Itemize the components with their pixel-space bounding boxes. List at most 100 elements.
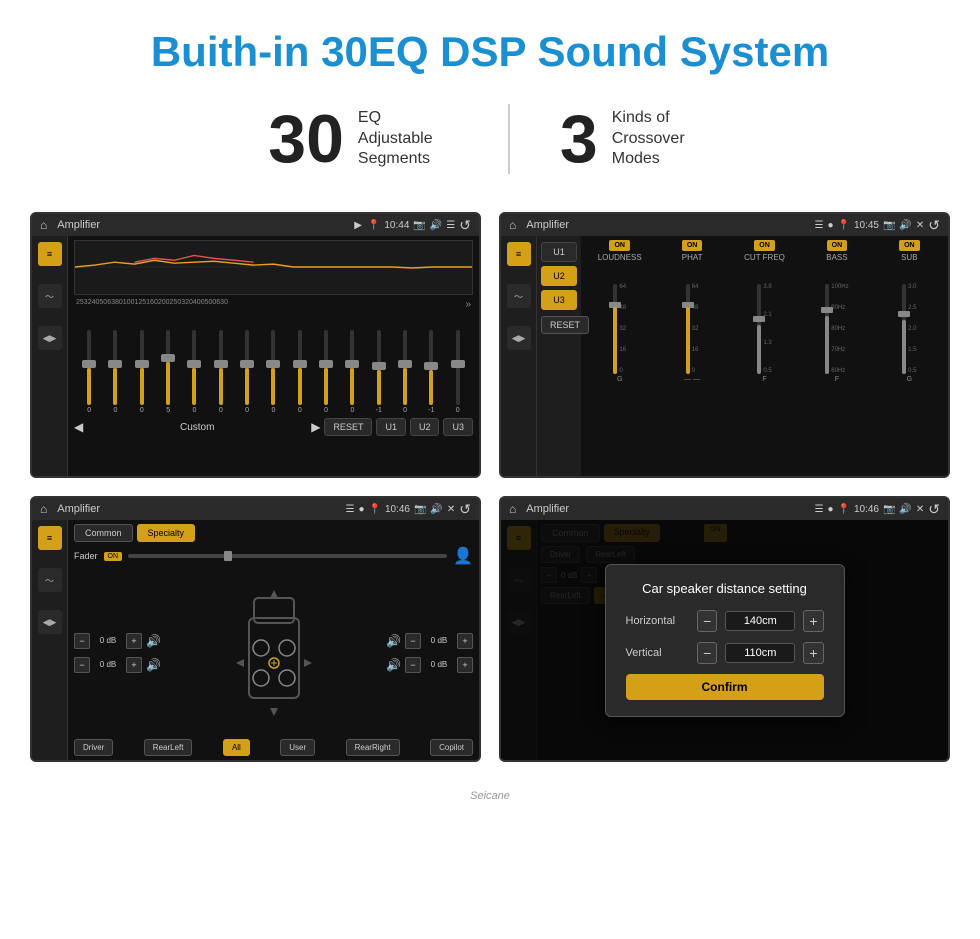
title-1: Amplifier — [57, 219, 348, 231]
fader-row: Fader ON 👤 — [74, 546, 473, 566]
fader-slider[interactable] — [128, 554, 447, 558]
eq-slider-6[interactable]: 0 — [238, 330, 256, 414]
close-icon-3: ✕ — [447, 504, 455, 515]
home-icon-3[interactable]: ⌂ — [40, 502, 47, 516]
phat-vslider[interactable] — [686, 284, 690, 374]
eq-slider-7[interactable]: 0 — [264, 330, 282, 414]
eq-slider-8[interactable]: 0 — [291, 330, 309, 414]
eq-slider-14[interactable]: 0 — [449, 330, 467, 414]
rearright-btn[interactable]: RearRight — [346, 739, 400, 756]
eq-slider-3[interactable]: 5 — [159, 330, 177, 414]
back-icon-3[interactable]: ↺ — [459, 501, 471, 518]
spk-val-1: 0 dB — [94, 636, 122, 645]
next-arrow[interactable]: ▶ — [311, 420, 320, 434]
eq-slider-12[interactable]: 0 — [396, 330, 414, 414]
common-tab[interactable]: Common — [74, 524, 133, 542]
horizontal-minus[interactable]: − — [697, 610, 717, 632]
home-icon-2[interactable]: ⌂ — [509, 218, 516, 232]
vertical-minus[interactable]: − — [697, 642, 717, 664]
u1-preset[interactable]: U1 — [541, 242, 577, 262]
spk-minus-1[interactable]: − — [74, 633, 90, 649]
rearleft-btn[interactable]: RearLeft — [144, 739, 193, 756]
screen-eq: ⌂ Amplifier ▶ 📍 10:44 📷 🔊 ☰ ↺ ≡ 〜 ◀▶ — [30, 212, 481, 478]
cutfreq-vslider[interactable] — [757, 284, 761, 374]
sub-vslider[interactable] — [902, 284, 906, 374]
u2-preset[interactable]: U2 — [541, 266, 577, 286]
status-icons-3: ☰ ● 📍 10:46 📷 🔊 ✕ ↺ — [345, 501, 471, 518]
statusbar-3: ⌂ Amplifier ☰ ● 📍 10:46 📷 🔊 ✕ ↺ — [32, 498, 479, 520]
horizontal-value[interactable]: 140cm — [725, 611, 795, 631]
volume-sidebar-icon[interactable]: ◀▶ — [38, 326, 62, 350]
vertical-plus[interactable]: + — [803, 642, 823, 664]
vertical-value[interactable]: 110cm — [725, 643, 795, 663]
volume-icon-4: 🔊 — [899, 504, 911, 515]
eq-labels: 25 32 40 50 63 80 100 125 160 200 250 32… — [74, 299, 473, 310]
all-btn[interactable]: All — [223, 739, 250, 756]
close-icon-2: ✕ — [916, 220, 924, 231]
back-icon-4[interactable]: ↺ — [928, 501, 940, 518]
prev-arrow[interactable]: ◀ — [74, 420, 83, 434]
vol-icon-2[interactable]: ◀▶ — [507, 326, 531, 350]
eq-icon-2[interactable]: ≡ — [507, 242, 531, 266]
copilot-btn[interactable]: Copilot — [430, 739, 473, 756]
wave-icon-3[interactable]: 〜 — [38, 568, 62, 592]
volume-icon-2: 🔊 — [899, 220, 911, 231]
wave-icon-2[interactable]: 〜 — [507, 284, 531, 308]
reset-btn-1[interactable]: RESET — [324, 418, 372, 436]
eq-slider-0[interactable]: 0 — [80, 330, 98, 414]
home-icon-4[interactable]: ⌂ — [509, 502, 516, 516]
eq-slider-10[interactable]: 0 — [343, 330, 361, 414]
spk-plus-2[interactable]: + — [126, 657, 142, 673]
eq-slider-5[interactable]: 0 — [212, 330, 230, 414]
u3-preset[interactable]: U3 — [541, 290, 577, 310]
home-icon-1[interactable]: ⌂ — [40, 218, 47, 232]
wave-icon[interactable]: 〜 — [38, 284, 62, 308]
eq-icon-3[interactable]: ≡ — [38, 526, 62, 550]
stat-eq-label: EQ AdjustableSegments — [358, 108, 458, 170]
cutfreq-toggle[interactable]: ON — [754, 240, 775, 251]
back-icon-1[interactable]: ↺ — [459, 217, 471, 234]
eq-slider-11[interactable]: -1 — [370, 330, 388, 414]
back-icon-2[interactable]: ↺ — [928, 217, 940, 234]
eq-slider-4[interactable]: 0 — [185, 330, 203, 414]
driver-btn[interactable]: Driver — [74, 739, 113, 756]
spk-right-bottom: 🔊 − 0 dB + — [386, 657, 473, 673]
car-diagram — [165, 588, 382, 718]
spk-plus-1[interactable]: + — [126, 633, 142, 649]
fader-thumb[interactable] — [224, 551, 232, 561]
spk-minus-4[interactable]: − — [405, 657, 421, 673]
bass-vslider[interactable] — [825, 284, 829, 374]
eq-slider-2[interactable]: 0 — [133, 330, 151, 414]
eq-icon[interactable]: ≡ — [38, 242, 62, 266]
u1-btn-1[interactable]: U1 — [376, 418, 406, 436]
vol-icon-3[interactable]: ◀▶ — [38, 610, 62, 634]
horizontal-plus[interactable]: + — [803, 610, 823, 632]
u3-btn-1[interactable]: U3 — [443, 418, 473, 436]
sidebar-2: ≡ 〜 ◀▶ — [501, 236, 537, 476]
eq-nav-label: Custom — [87, 422, 307, 433]
spk-plus-3[interactable]: + — [457, 633, 473, 649]
user-btn[interactable]: User — [280, 739, 315, 756]
phat-toggle[interactable]: ON — [682, 240, 703, 251]
eq-slider-13[interactable]: -1 — [422, 330, 440, 414]
eq-slider-9[interactable]: 0 — [317, 330, 335, 414]
eq-slider-1[interactable]: 0 — [106, 330, 124, 414]
loudness-toggle[interactable]: ON — [609, 240, 630, 251]
u2-btn-1[interactable]: U2 — [410, 418, 440, 436]
loudness-vslider[interactable] — [613, 284, 617, 374]
bass-toggle[interactable]: ON — [827, 240, 848, 251]
sub-toggle[interactable]: ON — [899, 240, 920, 251]
confirm-button[interactable]: Confirm — [626, 674, 824, 700]
spk-minus-2[interactable]: − — [74, 657, 90, 673]
time-4: 10:46 — [854, 504, 879, 515]
spk-right-controls: 🔊 − 0 dB + 🔊 − 0 dB + — [386, 633, 473, 673]
screen2-body: ≡ 〜 ◀▶ U1 U2 U3 RESET ON LOUDNESS — [501, 236, 948, 476]
spk-minus-3[interactable]: − — [405, 633, 421, 649]
spk-plus-4[interactable]: + — [457, 657, 473, 673]
play-icon-1[interactable]: ▶ — [354, 220, 362, 231]
specialty-tab[interactable]: Specialty — [137, 524, 196, 542]
mode-tabs: Common Specialty — [74, 524, 473, 542]
fader-label: Fader — [74, 551, 98, 561]
spk-left-controls: − 0 dB + 🔊 − 0 dB + 🔊 — [74, 633, 161, 673]
page-title: Buith-in 30EQ DSP Sound System — [0, 0, 980, 86]
